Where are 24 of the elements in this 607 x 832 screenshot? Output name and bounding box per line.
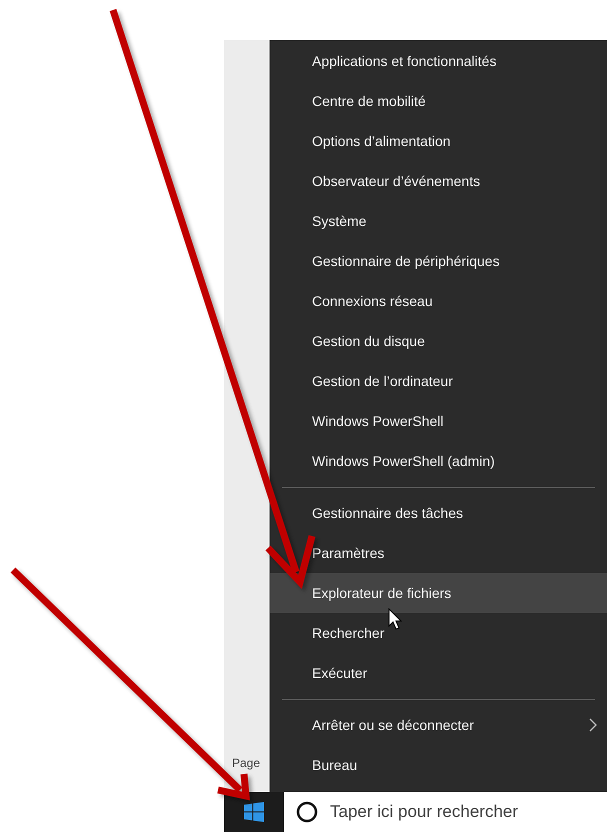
menu-item[interactable]: Système — [270, 201, 607, 241]
mouse-pointer-icon — [388, 608, 404, 632]
menu-item[interactable]: Explorateur de fichiers — [270, 573, 607, 613]
menu-item[interactable]: Windows PowerShell (admin) — [270, 441, 607, 481]
menu-item[interactable]: Observateur d’événements — [270, 161, 607, 201]
menu-item[interactable]: Options d’alimentation — [270, 121, 607, 161]
menu-item[interactable]: Centre de mobilité — [270, 81, 607, 121]
menu-item[interactable]: Gestion du disque — [270, 321, 607, 361]
menu-item[interactable]: Gestionnaire des tâches — [270, 493, 607, 533]
search-field[interactable]: Taper ici pour rechercher — [328, 801, 592, 823]
start-button[interactable] — [224, 792, 284, 832]
menu-item[interactable]: Bureau — [270, 745, 607, 785]
menu-item[interactable]: Exécuter — [270, 653, 607, 693]
menu-item[interactable]: Arrêter ou se déconnecter — [270, 705, 607, 745]
menu-item[interactable]: Paramètres — [270, 533, 607, 573]
menu-item[interactable]: Windows PowerShell — [270, 401, 607, 441]
menu-item[interactable]: Gestion de l’ordinateur — [270, 361, 607, 401]
menu-item[interactable]: Gestionnaire de périphériques — [270, 241, 607, 281]
windows-logo-icon — [244, 802, 264, 822]
menu-item[interactable]: Connexions réseau — [270, 281, 607, 321]
menu-item[interactable]: Rechercher — [270, 613, 607, 653]
circle-icon — [296, 801, 318, 823]
page-label: Page — [231, 756, 260, 770]
menu-item[interactable]: Applications et fonctionnalités — [270, 41, 607, 81]
